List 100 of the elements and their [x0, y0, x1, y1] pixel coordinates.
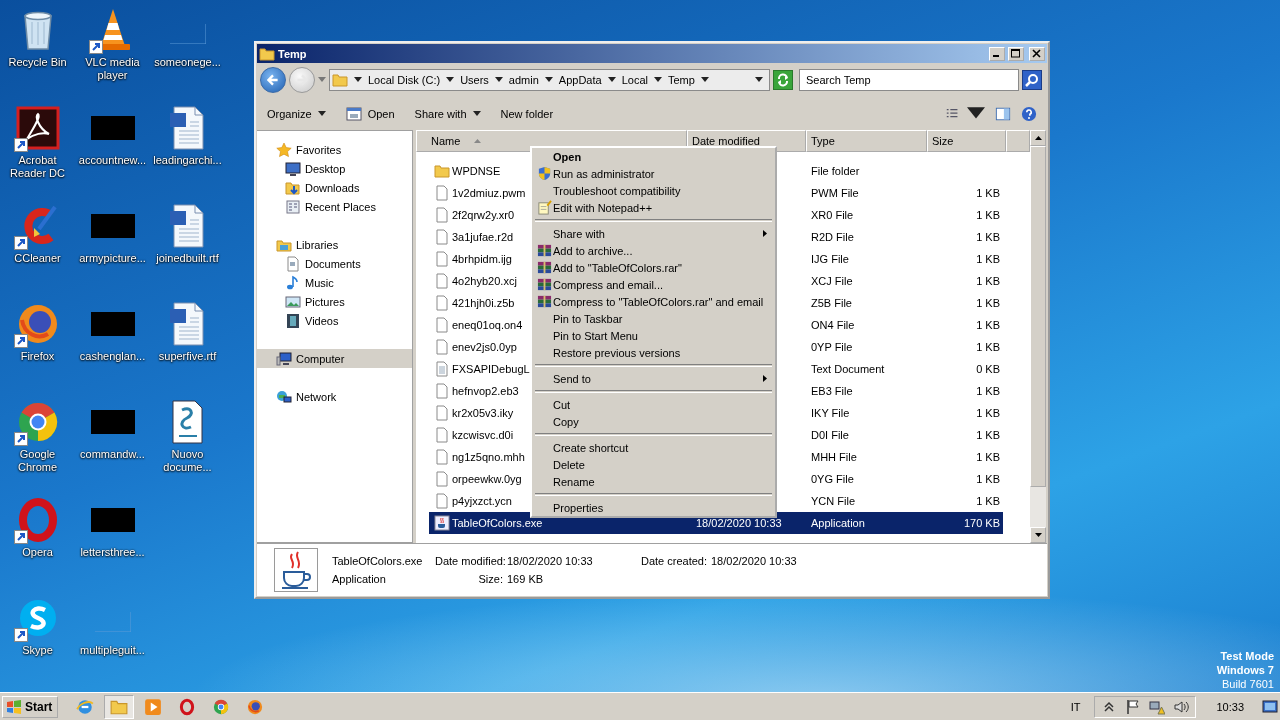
- menu-item[interactable]: Pin to Start Menu: [534, 327, 773, 344]
- nav-item[interactable]: Videos: [257, 311, 412, 330]
- nav-item[interactable]: Downloads: [257, 178, 412, 197]
- nav-item[interactable]: Pictures: [257, 292, 412, 311]
- back-button[interactable]: [260, 67, 286, 93]
- help-button[interactable]: [1021, 105, 1037, 122]
- column-header[interactable]: Size: [927, 130, 1006, 152]
- toolbar-button[interactable]: Open: [345, 105, 395, 122]
- menu-item[interactable]: Troubleshoot compatibility: [534, 182, 773, 199]
- desktop-icon-label[interactable]: cashenglan...: [75, 350, 150, 363]
- menu-item[interactable]: Send to: [534, 370, 773, 387]
- taskbar-app-button[interactable]: [104, 695, 135, 719]
- menu-item[interactable]: Run as administrator: [534, 165, 773, 182]
- menu-item[interactable]: Rename: [534, 473, 773, 490]
- breadcrumb[interactable]: Users: [460, 74, 489, 86]
- desktop-icon-label[interactable]: leadingarchi...: [150, 154, 225, 167]
- clock[interactable]: 10:33: [1200, 701, 1258, 713]
- breadcrumb-caret-icon[interactable]: [494, 77, 503, 83]
- recent-pages-caret-icon[interactable]: [318, 77, 326, 83]
- desktop-icon-label[interactable]: Opera: [0, 546, 75, 559]
- breadcrumb[interactable]: admin: [508, 74, 539, 86]
- desktop-icon-label[interactable]: lettersthree...: [75, 546, 150, 559]
- file-name[interactable]: 3a1jufae.r2d: [452, 231, 514, 243]
- desktop-icon-label[interactable]: Recycle Bin: [0, 56, 75, 69]
- nav-item[interactable]: Computer: [257, 349, 412, 368]
- desktop-icon-label[interactable]: Skype: [0, 644, 75, 657]
- file-name[interactable]: kzcwisvc.d0i: [452, 429, 514, 441]
- breadcrumb-caret-icon[interactable]: [446, 77, 455, 83]
- refresh-button[interactable]: [773, 70, 793, 90]
- desktop-icon-label[interactable]: Nuovo docume...: [150, 448, 225, 474]
- desktop-icon-label[interactable]: someonege...: [150, 56, 225, 69]
- desktop-icon-label[interactable]: VLC media player: [75, 56, 150, 82]
- desktop-icon-label[interactable]: Google Chrome: [0, 448, 75, 474]
- file-name[interactable]: FXSAPIDebugL: [452, 363, 530, 375]
- desktop-icon-label[interactable]: joinedbuilt.rtf: [150, 252, 225, 265]
- language-indicator[interactable]: IT: [1070, 701, 1091, 713]
- file-name[interactable]: 421hjh0i.z5b: [452, 297, 515, 309]
- desktop-icon-label[interactable]: armypicture...: [75, 252, 150, 265]
- nav-item[interactable]: Libraries: [257, 235, 412, 254]
- toolbar-button[interactable]: Share with: [414, 107, 481, 120]
- nav-item[interactable]: Documents: [257, 254, 412, 273]
- column-header[interactable]: Type: [806, 130, 927, 152]
- nav-item[interactable]: Favorites: [257, 140, 412, 159]
- address-bar[interactable]: Local Disk (C:) Users admin AppData Local Temp: [329, 69, 770, 91]
- desktop-icon-label[interactable]: superfive.rtf: [150, 350, 225, 363]
- breadcrumb[interactable]: Temp: [667, 74, 695, 86]
- nav-item[interactable]: Desktop: [257, 159, 412, 178]
- file-name[interactable]: ng1z5qno.mhh: [452, 451, 525, 463]
- menu-item[interactable]: Create shortcut: [534, 439, 773, 456]
- menu-item[interactable]: Add to archive...: [534, 242, 773, 259]
- file-name[interactable]: hefnvop2.eb3: [452, 385, 519, 397]
- scroll-down-button[interactable]: [1030, 527, 1046, 543]
- menu-item[interactable]: Delete: [534, 456, 773, 473]
- nav-item[interactable]: Music: [257, 273, 412, 292]
- desktop-icon-label[interactable]: Acrobat Reader DC: [0, 154, 75, 180]
- network-warning-icon[interactable]: [1149, 699, 1166, 715]
- file-name[interactable]: 2f2qrw2y.xr0: [452, 209, 515, 221]
- menu-item[interactable]: Cut: [534, 396, 773, 413]
- menu-item[interactable]: Compress and email...: [534, 276, 773, 293]
- breadcrumb[interactable]: Local Disk (C:): [368, 74, 441, 86]
- file-name[interactable]: 1v2dmiuz.pwm: [452, 187, 526, 199]
- desktop-icon-label[interactable]: Firefox: [0, 350, 75, 363]
- menu-item[interactable]: Restore previous versions: [534, 344, 773, 361]
- file-name[interactable]: enev2js0.0yp: [452, 341, 517, 353]
- desktop-icon-label[interactable]: CCleaner: [0, 252, 75, 265]
- minimize-button[interactable]: [989, 46, 1005, 61]
- menu-item[interactable]: Add to "TableOfColors.rar": [534, 259, 773, 276]
- toolbar-button[interactable]: Organize: [267, 107, 326, 120]
- desktop-icon-label[interactable]: multipleguit...: [75, 644, 150, 657]
- breadcrumb[interactable]: AppData: [558, 74, 602, 86]
- breadcrumb[interactable]: Local: [621, 74, 648, 86]
- file-name[interactable]: p4yjxzct.ycn: [452, 495, 512, 507]
- menu-item[interactable]: Edit with Notepad++: [534, 199, 773, 216]
- breadcrumb-caret-icon[interactable]: [544, 77, 553, 83]
- scrollbar[interactable]: [1030, 130, 1046, 543]
- file-name[interactable]: 4o2hyb20.xcj: [452, 275, 517, 287]
- desktop-icon-label[interactable]: accountnew...: [75, 154, 150, 167]
- menu-item[interactable]: Compress to "TableOfColors.rar" and email: [534, 293, 773, 310]
- menu-item[interactable]: Pin to Taskbar: [534, 310, 773, 327]
- maximize-button[interactable]: [1008, 46, 1024, 61]
- breadcrumb-caret-icon[interactable]: [607, 77, 616, 83]
- toolbar-button[interactable]: New folder: [500, 107, 554, 120]
- breadcrumb-caret-icon[interactable]: [700, 77, 709, 83]
- breadcrumb-caret-icon[interactable]: [653, 77, 662, 83]
- file-name[interactable]: eneq01oq.on4: [452, 319, 523, 331]
- flag-icon[interactable]: [1125, 699, 1142, 715]
- search-field[interactable]: Search Temp: [799, 69, 1019, 91]
- preview-pane-button[interactable]: [995, 105, 1011, 122]
- desktop-icon-label[interactable]: commandw...: [75, 448, 150, 461]
- file-name[interactable]: orpeewkw.0yg: [452, 473, 522, 485]
- menu-item[interactable]: Share with: [534, 225, 773, 242]
- address-dropdown-icon[interactable]: [755, 77, 763, 83]
- close-button[interactable]: [1029, 46, 1045, 61]
- file-name[interactable]: kr2x05v3.iky: [452, 407, 514, 419]
- menu-item[interactable]: Copy: [534, 413, 773, 430]
- show-desktop-icon[interactable]: [1262, 699, 1278, 715]
- file-name[interactable]: WPDNSE: [452, 165, 501, 177]
- nav-item[interactable]: Network: [257, 387, 412, 406]
- speaker-icon[interactable]: [1173, 699, 1190, 715]
- scroll-up-button[interactable]: [1030, 130, 1046, 146]
